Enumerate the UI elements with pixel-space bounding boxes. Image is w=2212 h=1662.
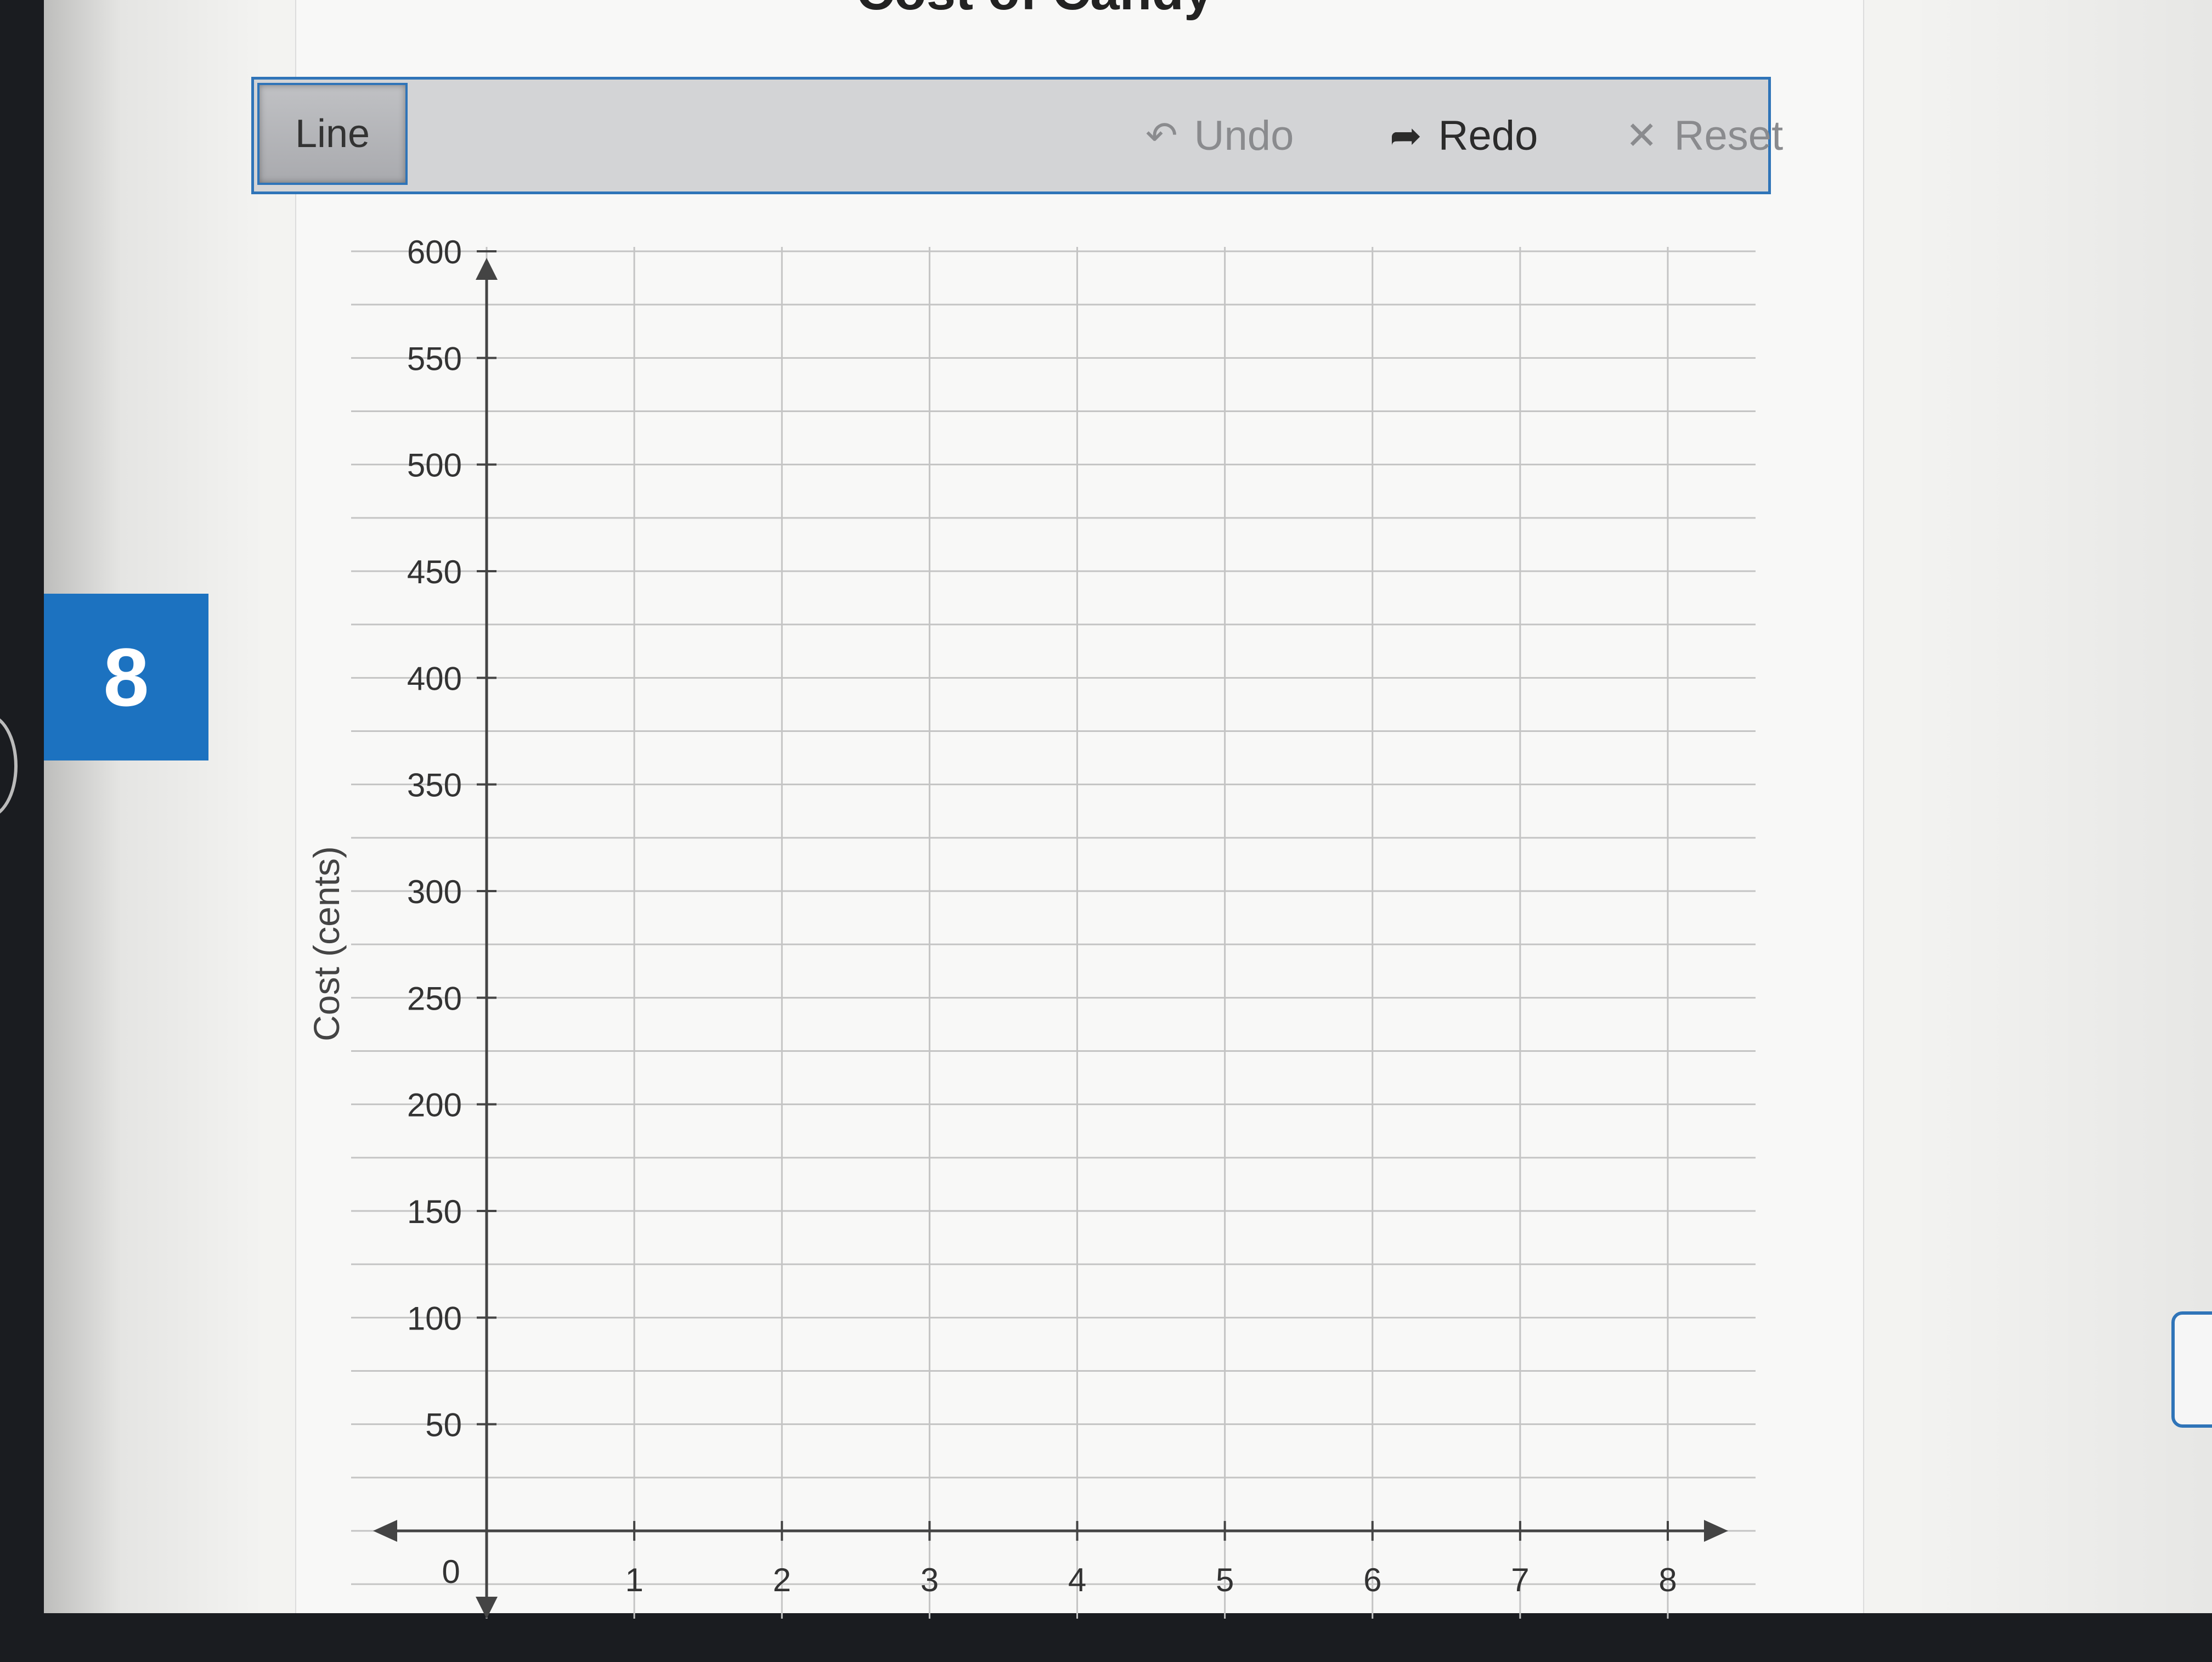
side-panel-handle[interactable]	[2171, 1311, 2212, 1428]
y-tick-label: 150	[407, 1193, 462, 1230]
x-tick-label: 6	[1363, 1562, 1381, 1598]
y-axis-arrow-up	[476, 258, 498, 280]
origin-label: 0	[442, 1553, 460, 1590]
x-axis-arrow-right	[1704, 1520, 1728, 1542]
y-axis-arrow-down	[476, 1597, 498, 1619]
x-axis-arrow-left	[373, 1520, 397, 1542]
y-tick-label: 600	[407, 234, 462, 271]
y-tick-label: 500	[407, 447, 462, 484]
y-tick-label: 100	[407, 1300, 462, 1337]
x-tick-label: 1	[625, 1562, 643, 1598]
y-tick-label: 300	[407, 874, 462, 910]
y-tick-label: 550	[407, 340, 462, 377]
y-tick-label: 250	[407, 980, 462, 1017]
x-tick-label: 4	[1068, 1562, 1086, 1598]
x-tick-label: 5	[1216, 1562, 1234, 1598]
graph-area: 50 100 150 200 250 300 350 400 450 500 550 600 1 2 3 4 5…	[0, 0, 2212, 1659]
x-tick-label: 3	[921, 1562, 939, 1598]
y-tick-label: 450	[407, 554, 462, 590]
x-tick-label: 8	[1658, 1562, 1677, 1598]
x-tick-label: 7	[1511, 1562, 1529, 1598]
y-tick-label: 50	[425, 1407, 462, 1444]
y-axis-label: Cost (cents)	[306, 846, 347, 1041]
y-tick-label: 350	[407, 767, 462, 804]
y-tick-label: 400	[407, 660, 462, 697]
y-tick-label: 200	[407, 1087, 462, 1124]
x-tick-label: 2	[773, 1562, 791, 1598]
